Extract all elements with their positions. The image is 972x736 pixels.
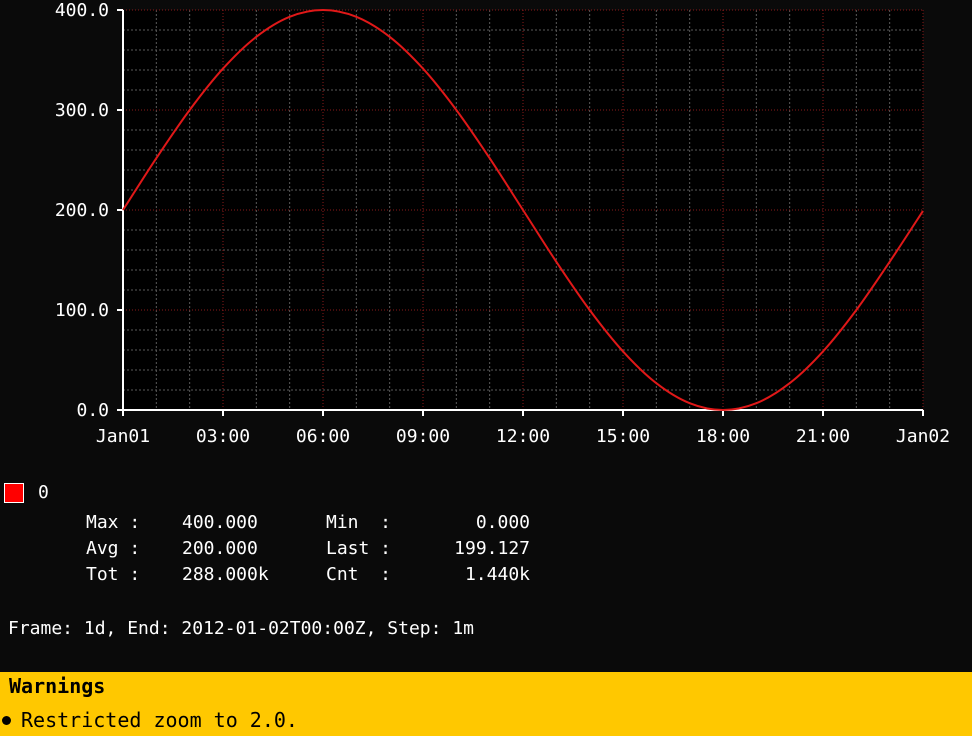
stats-table: Max : 400.000 Min : 0.000 Avg : 200.000 … [0, 510, 972, 588]
stat-key: Min : [326, 512, 392, 533]
y-tick-label: 200.0 [55, 200, 109, 221]
x-tick-label: 03:00 [196, 426, 250, 447]
frame-info: Frame: 1d, End: 2012-01-02T00:00Z, Step:… [8, 618, 474, 639]
x-tick-label: 09:00 [396, 426, 450, 447]
stat-value: 288.000k [182, 564, 269, 585]
x-tick-label: Jan01 [96, 426, 150, 447]
x-tick-label: 15:00 [596, 426, 650, 447]
stat-key: Avg : [86, 538, 141, 559]
x-tick-label: 06:00 [296, 426, 350, 447]
legend-swatch [4, 482, 24, 503]
x-tick-label: Jan02 [896, 426, 950, 447]
stat-value: 199.127 [454, 538, 530, 559]
stat-value: 200.000 [182, 538, 258, 559]
warning-text: Restricted zoom to 2.0. [21, 708, 298, 732]
x-tick-label: 18:00 [696, 426, 750, 447]
stat-row: Tot : 288.000k Cnt : 1.440k [0, 562, 972, 588]
y-tick-label: 400.0 [55, 0, 109, 21]
line-chart: 0.0 100.0 200.0 300.0 400.0 Jan01 03:00 06:00 09… [55, 0, 950, 447]
x-tick-label: 12:00 [496, 426, 550, 447]
stat-value: 1.440k [464, 564, 530, 585]
y-tick-label: 300.0 [55, 100, 109, 121]
warnings-title: Warnings [9, 674, 106, 698]
x-tick-label: 21:00 [796, 426, 850, 447]
warnings-panel: Warnings Restricted zoom to 2.0. [0, 672, 972, 736]
legend: 0 [4, 482, 49, 503]
y-tick-label: 100.0 [55, 300, 109, 321]
stat-row: Max : 400.000 Min : 0.000 [0, 510, 972, 536]
y-tick-label: 0.0 [76, 400, 109, 421]
bullet-icon [2, 715, 11, 725]
stat-key: Cnt : [326, 564, 392, 585]
legend-label: 0 [38, 482, 49, 503]
stat-value: 400.000 [182, 512, 258, 533]
stat-key: Tot : [86, 564, 141, 585]
stat-value: 0.000 [475, 512, 530, 533]
stat-row: Avg : 200.000 Last : 199.127 [0, 536, 972, 562]
warning-item: Restricted zoom to 2.0. [2, 708, 298, 732]
stat-key: Last : [326, 538, 392, 559]
stat-key: Max : [86, 512, 141, 533]
